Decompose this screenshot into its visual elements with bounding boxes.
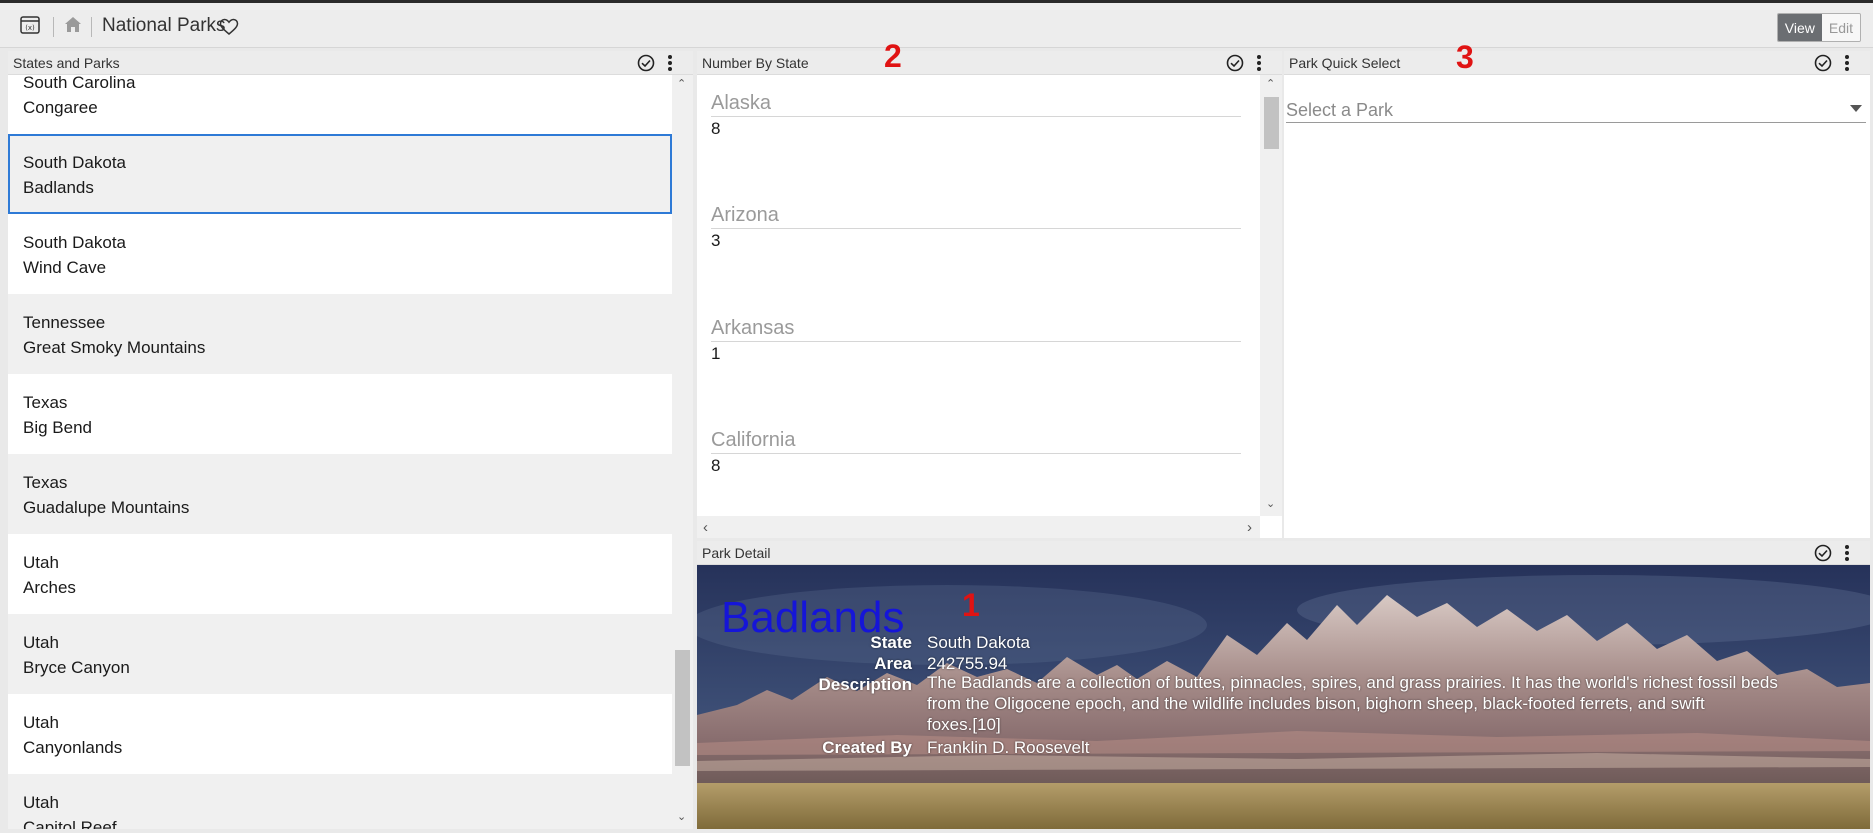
state-stat: Arkansas 1: [711, 315, 1241, 364]
view-mode-button[interactable]: View: [1777, 14, 1822, 41]
item-park: Canyonlands: [23, 738, 123, 757]
heart-icon[interactable]: [219, 18, 239, 36]
description-value: The Badlands are a collection of buttes,…: [927, 672, 1862, 735]
panel-header: States and Parks: [8, 51, 693, 75]
item-state: Texas: [23, 473, 68, 492]
states-parks-list: South Carolina Congaree South Dakota Bad…: [8, 75, 672, 829]
check-circle-icon[interactable]: [1814, 544, 1832, 562]
stat-label: Arkansas: [711, 315, 1241, 342]
park-hero-image: 1 Badlands State South Dakota Area 24275…: [697, 565, 1870, 829]
chevron-down-icon[interactable]: [1850, 105, 1862, 112]
more-vertical-icon[interactable]: [1256, 54, 1262, 72]
stat-value: 8: [711, 119, 721, 138]
item-park: Guadalupe Mountains: [23, 498, 190, 517]
state-stat: Arizona 3: [711, 202, 1241, 251]
item-state: South Carolina: [23, 75, 136, 92]
item-park: Arches: [23, 578, 76, 597]
stat-value: 8: [711, 456, 721, 475]
item-park: Great Smoky Mountains: [23, 338, 206, 357]
divider: [91, 17, 92, 37]
park-quick-select-panel: Park Quick Select 3 Select a Park: [1284, 41, 1870, 538]
scrollbar-thumb[interactable]: [1264, 97, 1279, 149]
item-state: Tennessee: [23, 313, 106, 332]
item-state: Utah: [23, 633, 59, 652]
panel-title: Park Quick Select: [1289, 55, 1401, 71]
stat-label: Alaska: [711, 90, 1241, 117]
item-park: Capitol Reef: [23, 818, 117, 829]
item-park: Big Bend: [23, 418, 92, 437]
stat-value: 1: [711, 344, 721, 363]
item-park: Badlands: [23, 178, 94, 197]
scroll-up-icon[interactable]: ⌃: [1266, 79, 1275, 90]
item-state: Texas: [23, 393, 68, 412]
stats-horizontal-scrollbar[interactable]: ‹ ›: [697, 516, 1260, 538]
list-item[interactable]: Utah Canyonlands: [8, 694, 672, 774]
stat-value: 3: [711, 231, 721, 250]
panel-header: Park Quick Select: [1284, 51, 1870, 75]
list-item[interactable]: Tennessee Great Smoky Mountains: [8, 294, 672, 374]
home-icon[interactable]: [64, 16, 82, 33]
app-window-icon[interactable]: (x): [20, 16, 40, 34]
stats-vertical-scrollbar[interactable]: ⌃ ⌄: [1260, 75, 1282, 516]
scroll-down-icon[interactable]: ⌄: [677, 812, 686, 823]
item-state: South Dakota: [23, 153, 127, 172]
callout-marker: 1: [962, 587, 980, 623]
park-select-dropdown[interactable]: Select a Park: [1286, 93, 1866, 123]
panel-header: Park Detail: [697, 541, 1870, 565]
list-item[interactable]: Texas Big Bend: [8, 374, 672, 454]
panel-title: Number By State: [702, 55, 809, 71]
item-state: Utah: [23, 793, 59, 812]
edit-mode-button[interactable]: Edit: [1821, 14, 1860, 41]
list-item[interactable]: Utah Bryce Canyon: [8, 614, 672, 694]
scroll-right-icon[interactable]: ›: [1247, 520, 1252, 535]
stat-label: California: [711, 427, 1241, 454]
description-label: Description: [818, 675, 912, 694]
description-line: The Badlands are a collection of buttes,…: [927, 673, 1778, 692]
states-and-parks-panel: States and Parks South Carolina Congaree…: [8, 51, 693, 829]
list-item[interactable]: South Dakota Wind Cave: [8, 214, 672, 294]
more-vertical-icon[interactable]: [1844, 544, 1850, 562]
item-park: Congaree: [23, 98, 98, 117]
state-stat: Alaska 8: [711, 90, 1241, 139]
more-vertical-icon[interactable]: [1844, 54, 1850, 72]
list-item[interactable]: Texas Guadalupe Mountains: [8, 454, 672, 534]
check-circle-icon[interactable]: [1226, 54, 1244, 72]
check-circle-icon[interactable]: [637, 54, 655, 72]
park-detail-panel: Park Detail 1 Badlands State South Dakot…: [697, 541, 1870, 829]
app-title: National Parks: [102, 15, 226, 36]
scroll-down-icon[interactable]: ⌄: [1266, 499, 1275, 510]
item-state: Utah: [23, 553, 59, 572]
created-by-value: Franklin D. Roosevelt: [927, 738, 1090, 757]
state-stat: California 8: [711, 427, 1241, 476]
panel-title: Park Detail: [702, 545, 771, 561]
panel-header: Number By State: [697, 51, 1282, 75]
description-line: from the Oligocene epoch, and the wildli…: [927, 694, 1705, 713]
more-vertical-icon[interactable]: [667, 54, 673, 72]
callout-marker: 2: [884, 38, 902, 74]
item-park: Bryce Canyon: [23, 658, 130, 677]
scroll-up-icon[interactable]: ⌃: [677, 79, 686, 90]
scrollbar-thumb[interactable]: [675, 650, 690, 766]
callout-marker: 3: [1456, 39, 1474, 75]
list-item-selected[interactable]: South Dakota Badlands: [8, 134, 672, 214]
scroll-left-icon[interactable]: ‹: [703, 520, 708, 535]
list-item[interactable]: Utah Arches: [8, 534, 672, 614]
svg-text:(x): (x): [25, 24, 35, 32]
item-state: Utah: [23, 713, 59, 732]
list-scrollbar[interactable]: ⌃ ⌄: [672, 75, 693, 829]
top-bar: (x) National Parks View Edit: [0, 0, 1873, 48]
panel-title: States and Parks: [13, 55, 120, 71]
list-item[interactable]: South Carolina Congaree: [8, 75, 672, 134]
number-by-state-panel: Number By State 2 Alaska 8 Arizona 3 Ark…: [697, 40, 1282, 538]
item-state: South Dakota: [23, 233, 127, 252]
stat-label: Arizona: [711, 202, 1241, 229]
list-item[interactable]: Utah Capitol Reef: [8, 774, 672, 829]
item-park: Wind Cave: [23, 258, 107, 277]
description-line: foxes.[10]: [927, 715, 1001, 734]
check-circle-icon[interactable]: [1814, 54, 1832, 72]
created-by-label: Created By: [822, 738, 912, 757]
select-placeholder: Select a Park: [1286, 100, 1394, 120]
divider: [53, 17, 54, 37]
view-edit-toggle: View Edit: [1776, 13, 1861, 42]
